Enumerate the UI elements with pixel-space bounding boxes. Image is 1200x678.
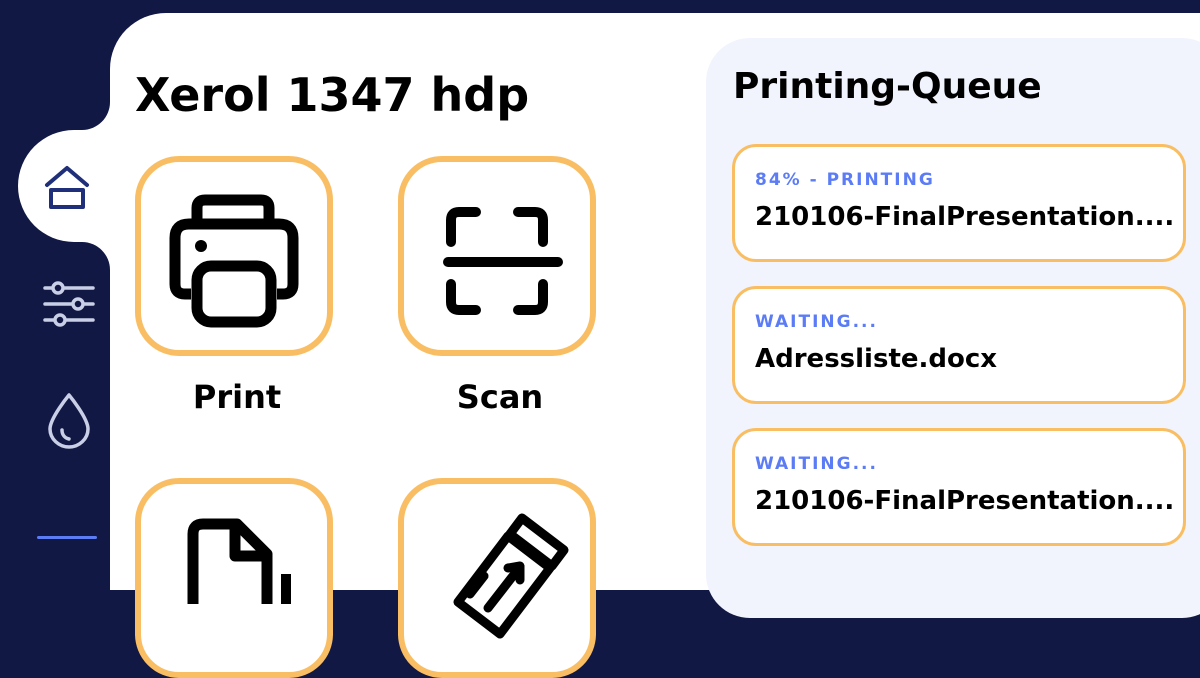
queue-title: Printing-Queue (733, 66, 1042, 107)
page-title: Xerol 1347 hdp (135, 68, 530, 122)
job-filename: Adressliste.docx (755, 344, 998, 374)
job-filename: 210106-FinalPresentation.... (755, 202, 1175, 232)
print-label: Print (192, 378, 282, 416)
usb-drive-icon (453, 513, 569, 639)
job-status: WAITING... (755, 454, 878, 474)
job-status: 84% - PRINTING (755, 170, 935, 190)
home-icon (45, 166, 89, 209)
sidebar-divider (37, 536, 97, 539)
queue-job[interactable]: WAITING... 210106-FinalPresentation.... (732, 428, 1186, 546)
queue-job[interactable]: WAITING... Adressliste.docx (732, 286, 1186, 404)
print-button[interactable] (135, 156, 333, 356)
scan-button[interactable] (398, 156, 596, 356)
ink-drop-icon[interactable] (46, 392, 92, 450)
job-filename: 210106-FinalPresentation.... (755, 486, 1175, 516)
copy-button[interactable] (135, 478, 333, 678)
scan-label: Scan (456, 378, 544, 416)
job-status: WAITING... (755, 312, 878, 332)
usb-button[interactable] (398, 478, 596, 678)
printer-icon (169, 194, 299, 328)
sliders-icon[interactable] (42, 280, 96, 328)
active-tab-corner (82, 96, 110, 130)
active-tab-corner (82, 242, 110, 276)
queue-job[interactable]: 84% - PRINTING 210106-FinalPresentation.… (732, 144, 1186, 262)
document-icon (187, 518, 291, 604)
scan-icon (443, 207, 563, 315)
